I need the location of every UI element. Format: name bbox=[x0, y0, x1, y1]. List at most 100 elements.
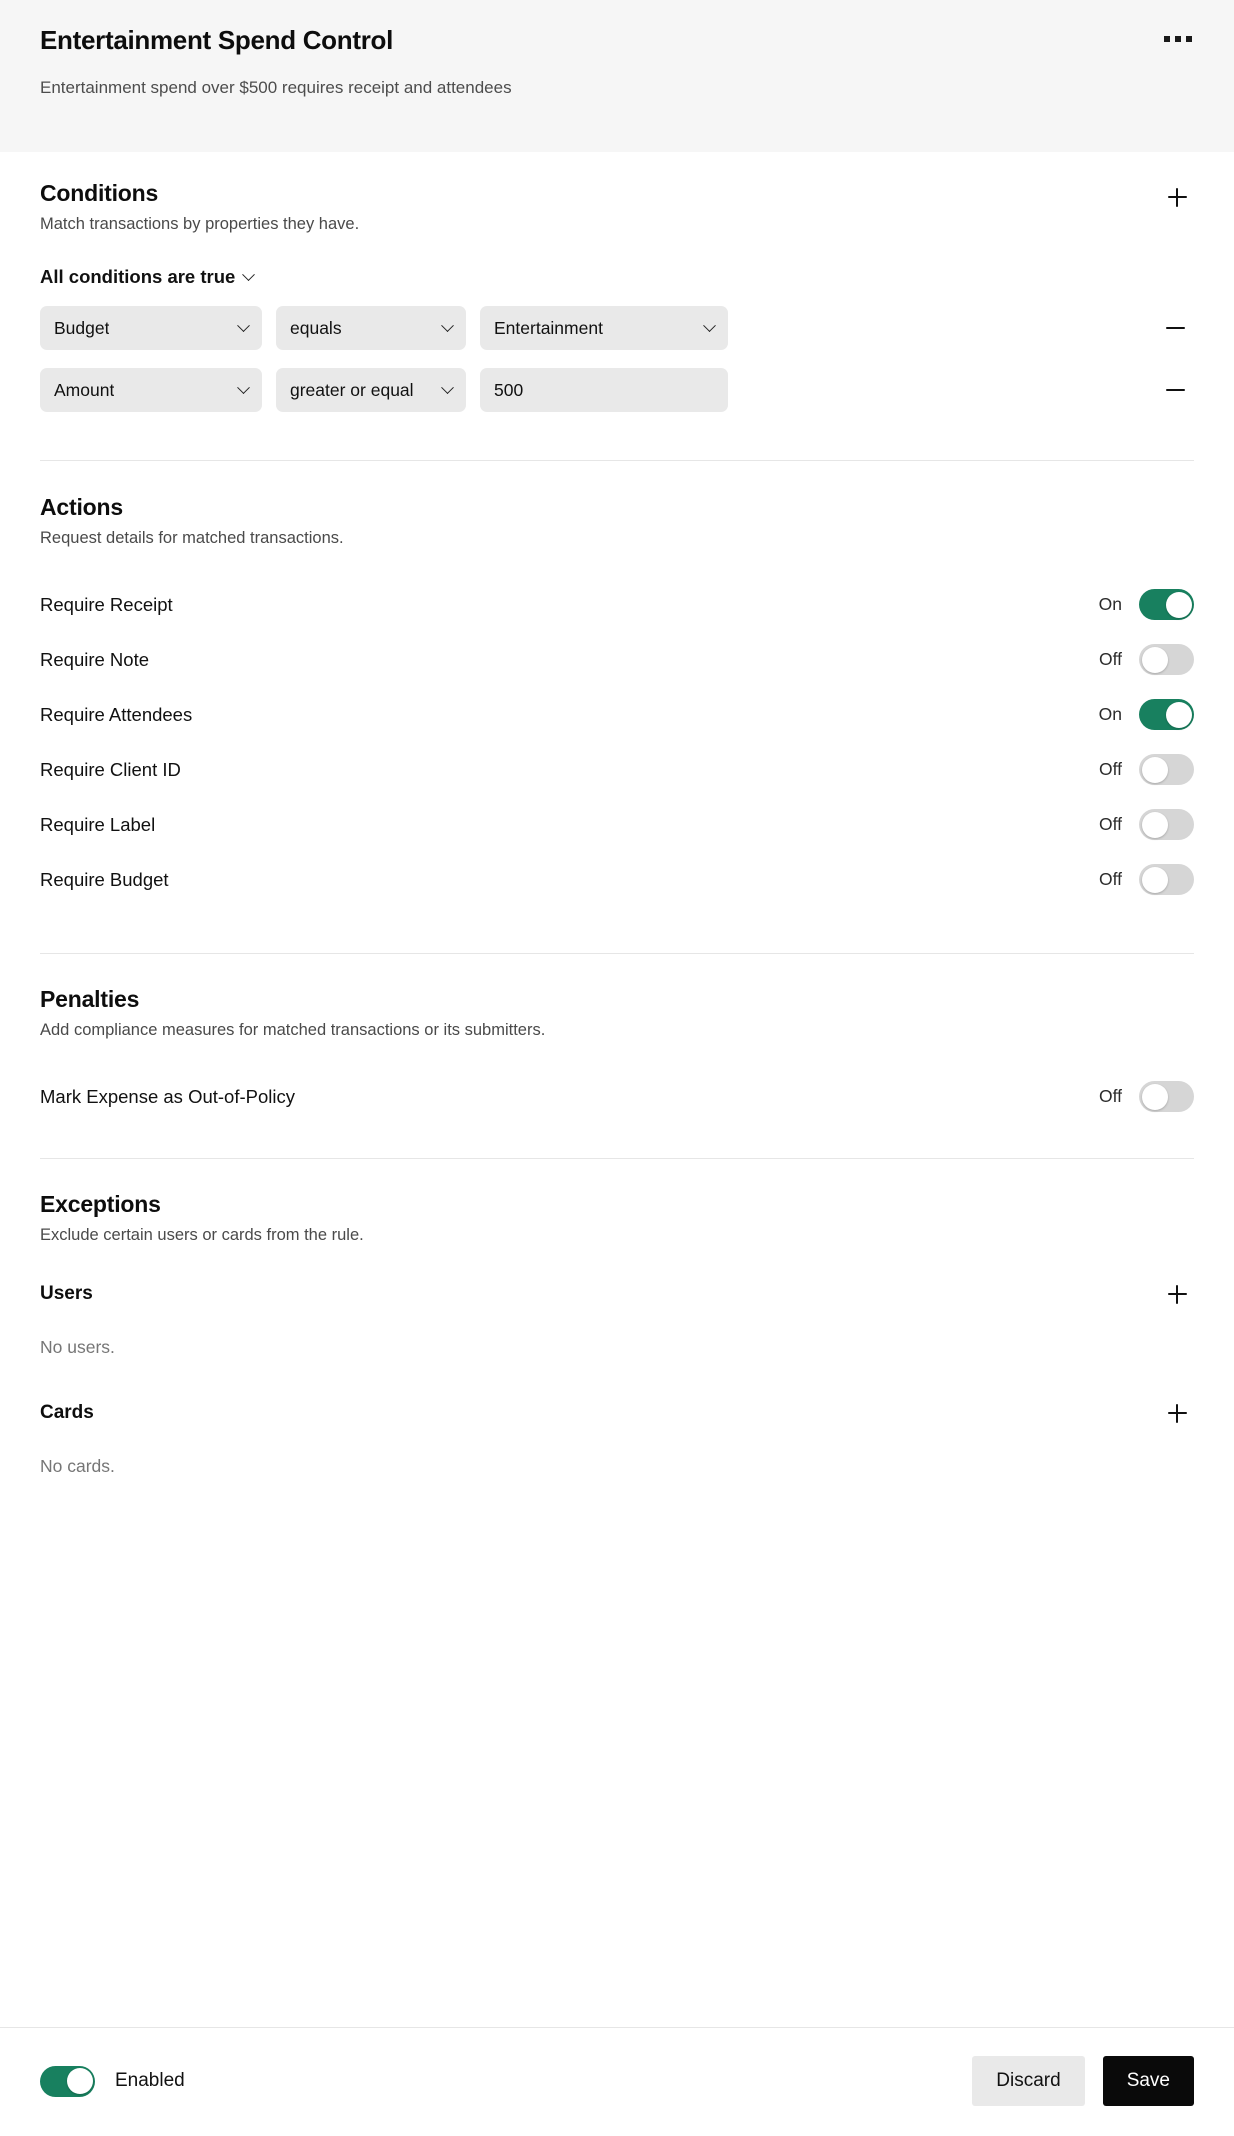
penalties-title: Penalties bbox=[40, 986, 140, 1012]
condition-operator-value: greater or equal bbox=[290, 379, 414, 400]
action-row-require-budget: Require Budget Off bbox=[40, 852, 1194, 907]
kebab-menu-icon[interactable] bbox=[1162, 30, 1194, 48]
condition-value-input[interactable] bbox=[480, 368, 728, 412]
condition-field-value: Amount bbox=[54, 379, 115, 400]
action-label: Require Attendees bbox=[40, 703, 193, 725]
chevron-down-icon bbox=[237, 380, 250, 394]
action-toggle-require-attendees[interactable] bbox=[1139, 699, 1194, 730]
actions-subtitle: Request details for matched transactions… bbox=[40, 529, 344, 547]
action-label: Require Receipt bbox=[40, 593, 173, 615]
header-title-row: Entertainment Spend Control bbox=[40, 26, 1194, 55]
toggle-knob bbox=[1141, 756, 1168, 783]
chevron-down-icon bbox=[237, 318, 250, 332]
penalty-row-mark-out-of-policy: Mark Expense as Out-of-Policy Off bbox=[40, 1069, 1194, 1124]
penalties-subtitle: Add compliance measures for matched tran… bbox=[40, 1021, 546, 1039]
panel-header: Entertainment Spend Control Entertainmen… bbox=[0, 0, 1234, 152]
condition-operator-select[interactable]: equals bbox=[276, 306, 466, 350]
condition-match-mode-dropdown[interactable]: All conditions are true bbox=[40, 266, 256, 288]
exceptions-cards-title: Cards bbox=[40, 1402, 94, 1423]
action-label: Require Client ID bbox=[40, 758, 181, 780]
kebab-dot bbox=[1186, 36, 1192, 42]
exceptions-title: Exceptions bbox=[40, 1191, 161, 1217]
toggle-knob bbox=[1165, 701, 1192, 728]
toggle-knob bbox=[1141, 811, 1168, 838]
penalties-list: Mark Expense as Out-of-Policy Off bbox=[40, 1069, 1194, 1124]
add-user-exception-button[interactable] bbox=[1160, 1277, 1194, 1311]
exceptions-users-header: Users bbox=[40, 1277, 1194, 1311]
action-label: Require Label bbox=[40, 813, 156, 835]
kebab-dot bbox=[1175, 36, 1181, 42]
action-state-text: Off bbox=[1098, 814, 1122, 834]
condition-row: Amount greater or equal bbox=[40, 368, 1194, 412]
spend-control-panel: Entertainment Spend Control Entertainmen… bbox=[0, 0, 1234, 2136]
actions-list: Require Receipt On Require Note Off Requ… bbox=[40, 577, 1194, 907]
toggle-knob bbox=[1165, 591, 1192, 618]
action-state-text: On bbox=[1098, 594, 1122, 614]
chevron-down-icon bbox=[242, 267, 256, 281]
toggle-knob bbox=[66, 2068, 93, 2094]
action-toggle-require-note[interactable] bbox=[1139, 644, 1194, 675]
exceptions-users-empty: No users. bbox=[40, 1337, 115, 1357]
action-row-require-label: Require Label Off bbox=[40, 797, 1194, 852]
action-toggle-require-budget[interactable] bbox=[1139, 864, 1194, 895]
condition-match-mode-label: All conditions are true bbox=[40, 266, 236, 287]
exceptions-section: Exceptions Exclude certain users or card… bbox=[40, 1159, 1194, 1477]
action-state-text: Off bbox=[1098, 649, 1122, 669]
page-subtitle: Entertainment spend over $500 requires r… bbox=[40, 77, 512, 97]
action-label: Require Budget bbox=[40, 868, 169, 890]
action-state-text: Off bbox=[1098, 759, 1122, 779]
conditions-section: Conditions Match transactions by propert… bbox=[40, 152, 1194, 412]
action-state-text: Off bbox=[1098, 869, 1122, 889]
penalties-section: Penalties Add compliance measures for ma… bbox=[40, 954, 1194, 1124]
actions-title: Actions bbox=[40, 494, 123, 520]
remove-condition-button[interactable] bbox=[1158, 373, 1192, 407]
action-label: Require Note bbox=[40, 648, 150, 670]
exceptions-cards-empty: No cards. bbox=[40, 1456, 115, 1476]
penalty-state-text: Off bbox=[1098, 1086, 1122, 1106]
add-condition-button[interactable] bbox=[1160, 180, 1194, 214]
action-toggle-require-label[interactable] bbox=[1139, 809, 1194, 840]
condition-operator-value: equals bbox=[290, 317, 342, 338]
conditions-header: Conditions Match transactions by propert… bbox=[40, 180, 1194, 234]
action-row-require-attendees: Require Attendees On bbox=[40, 687, 1194, 742]
conditions-subtitle: Match transactions by properties they ha… bbox=[40, 215, 360, 233]
exceptions-subtitle: Exclude certain users or cards from the … bbox=[40, 1226, 364, 1244]
toggle-knob bbox=[1141, 646, 1168, 673]
toggle-knob bbox=[1141, 866, 1168, 893]
exceptions-users-title: Users bbox=[40, 1283, 93, 1304]
panel-footer: Enabled Discard Save bbox=[0, 2027, 1234, 2136]
rule-enabled-toggle[interactable] bbox=[40, 2065, 95, 2097]
action-toggle-require-receipt[interactable] bbox=[1139, 589, 1194, 620]
footer-enabled-group: Enabled bbox=[40, 2065, 185, 2097]
remove-condition-button[interactable] bbox=[1158, 311, 1192, 345]
rule-enabled-label: Enabled bbox=[115, 2070, 185, 2091]
action-row-require-note: Require Note Off bbox=[40, 632, 1194, 687]
condition-value: Entertainment bbox=[494, 317, 603, 338]
panel-body: Conditions Match transactions by propert… bbox=[0, 152, 1234, 2027]
condition-row: Budget equals Entertainment bbox=[40, 306, 1194, 350]
condition-operator-select[interactable]: greater or equal bbox=[276, 368, 466, 412]
page-title: Entertainment Spend Control bbox=[40, 25, 394, 55]
actions-section: Actions Request details for matched tran… bbox=[40, 461, 1194, 907]
save-button[interactable]: Save bbox=[1102, 2056, 1194, 2106]
condition-field-value: Budget bbox=[54, 317, 110, 338]
penalty-toggle-mark-out-of-policy[interactable] bbox=[1139, 1081, 1194, 1112]
exceptions-cards-header: Cards bbox=[40, 1396, 1194, 1430]
add-card-exception-button[interactable] bbox=[1160, 1396, 1194, 1430]
condition-field-select[interactable]: Budget bbox=[40, 306, 262, 350]
action-row-require-receipt: Require Receipt On bbox=[40, 577, 1194, 632]
kebab-dot bbox=[1164, 36, 1170, 42]
chevron-down-icon bbox=[441, 318, 454, 332]
condition-value-select[interactable]: Entertainment bbox=[480, 306, 728, 350]
penalty-label: Mark Expense as Out-of-Policy bbox=[40, 1085, 295, 1107]
conditions-title: Conditions bbox=[40, 180, 159, 206]
action-row-require-client-id: Require Client ID Off bbox=[40, 742, 1194, 797]
condition-field-select[interactable]: Amount bbox=[40, 368, 262, 412]
chevron-down-icon bbox=[441, 380, 454, 394]
chevron-down-icon bbox=[703, 318, 716, 332]
action-state-text: On bbox=[1098, 704, 1122, 724]
toggle-knob bbox=[1141, 1083, 1168, 1110]
action-toggle-require-client-id[interactable] bbox=[1139, 754, 1194, 785]
discard-button[interactable]: Discard bbox=[972, 2056, 1085, 2106]
footer-actions: Discard Save bbox=[972, 2056, 1194, 2106]
